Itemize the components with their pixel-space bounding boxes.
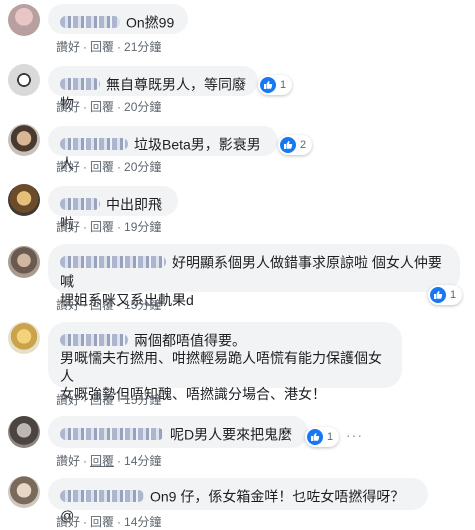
reply-link[interactable]: 回覆 (90, 393, 114, 407)
reply-link[interactable]: 回覆 (90, 515, 114, 529)
thumbs-up-icon (430, 287, 446, 303)
reply-link[interactable]: 回覆 (90, 40, 114, 54)
author-name[interactable] (60, 198, 100, 211)
comment-text: On撚99 (126, 14, 175, 31)
author-name[interactable] (60, 16, 120, 29)
comment-bubble: 無自尊既男人，等同廢物 (48, 66, 258, 112)
comment-bubble: On撚99 (48, 4, 188, 34)
comment-bubble: On9 仔，係女箱金咩！乜咗女唔撚得呀？@ (48, 478, 428, 524)
avatar[interactable] (8, 246, 40, 278)
reaction-count[interactable]: 1 (428, 285, 463, 305)
comment-bubble: 垃圾Beta男，影衰男人 (48, 126, 278, 172)
thumbs-up-icon (260, 77, 276, 93)
comment-actions: 讚好 · 回覆 · 14分鐘 (56, 454, 162, 468)
reaction-count[interactable]: 1 (305, 427, 340, 447)
avatar[interactable] (8, 4, 40, 36)
reaction-count[interactable]: 2 (278, 135, 313, 155)
timestamp[interactable]: 19分鐘 (124, 220, 161, 234)
author-name[interactable] (60, 490, 144, 503)
like-link[interactable]: 讚好 (56, 100, 80, 114)
comment-actions: 讚好 · 回覆 · 14分鐘 (56, 515, 162, 529)
timestamp[interactable]: 20分鐘 (124, 160, 161, 174)
reply-link[interactable]: 回覆 (90, 160, 114, 174)
avatar[interactable] (8, 476, 40, 508)
timestamp[interactable]: 14分鐘 (124, 515, 161, 529)
comment-actions: 讚好 · 回覆 · 20分鐘 (56, 100, 162, 114)
comment-actions: 讚好 · 回覆 · 20分鐘 (56, 160, 162, 174)
avatar[interactable] (8, 184, 40, 216)
comment-bubble: 兩個都唔值得要。 男嘅懦夫冇撚用、咁撚輕易跪人唔慌有能力保護個女人 女嘅強勢但唔… (48, 322, 402, 402)
comment-text-line-2: 男嘅懦夫冇撚用、咁撚輕易跪人唔慌有能力保護個女人 (60, 350, 382, 385)
comment-actions: 讚好 · 回覆 · 15分鐘 (56, 393, 162, 407)
comment-bubble: 呢D男人要來把鬼麼 (48, 416, 308, 448)
comment-bubble: 好明顯系個男人做錯事求原諒啦 個女人仲要喊 埋姐系咪又系出軌果d (48, 244, 460, 308)
avatar[interactable] (8, 322, 40, 354)
like-link[interactable]: 讚好 (56, 40, 80, 54)
author-name[interactable] (60, 138, 128, 151)
comment-bubble: 中出即飛啦 (48, 186, 178, 232)
author-name[interactable] (60, 78, 100, 91)
thumbs-up-icon (280, 137, 296, 153)
like-link[interactable]: 讚好 (56, 515, 80, 529)
comment-text-line-1: 兩個都唔值得要。 (134, 332, 246, 349)
like-link[interactable]: 讚好 (56, 393, 80, 407)
comment-text: 呢D男人要來把鬼麼 (170, 426, 293, 443)
timestamp[interactable]: 20分鐘 (124, 100, 161, 114)
reply-link[interactable]: 回覆 (90, 100, 114, 114)
thumbs-up-icon (307, 429, 323, 445)
author-name[interactable] (60, 334, 128, 347)
comment-actions: 讚好 · 回覆 · 19分鐘 (56, 220, 162, 234)
author-name[interactable] (60, 428, 164, 441)
avatar[interactable] (8, 124, 40, 156)
author-name[interactable] (60, 256, 166, 269)
timestamp[interactable]: 14分鐘 (124, 454, 161, 468)
avatar[interactable] (8, 64, 40, 96)
reaction-count[interactable]: 1 (258, 75, 293, 95)
reply-link[interactable]: 回覆 (90, 220, 114, 234)
reply-link[interactable]: 回覆 (90, 298, 114, 312)
avatar[interactable] (8, 416, 40, 448)
like-link[interactable]: 讚好 (56, 298, 80, 312)
timestamp[interactable]: 15分鐘 (124, 393, 161, 407)
timestamp[interactable]: 15分鐘 (124, 298, 161, 312)
timestamp[interactable]: 21分鐘 (124, 40, 161, 54)
like-link[interactable]: 讚好 (56, 454, 80, 468)
more-options-icon[interactable]: ··· (346, 427, 363, 443)
like-link[interactable]: 讚好 (56, 160, 80, 174)
like-link[interactable]: 讚好 (56, 220, 80, 234)
comment-actions: 讚好 · 回覆 · 15分鐘 (56, 298, 162, 312)
comment-actions: 讚好 · 回覆 · 21分鐘 (56, 40, 162, 54)
reply-link[interactable]: 回覆 (90, 454, 114, 468)
